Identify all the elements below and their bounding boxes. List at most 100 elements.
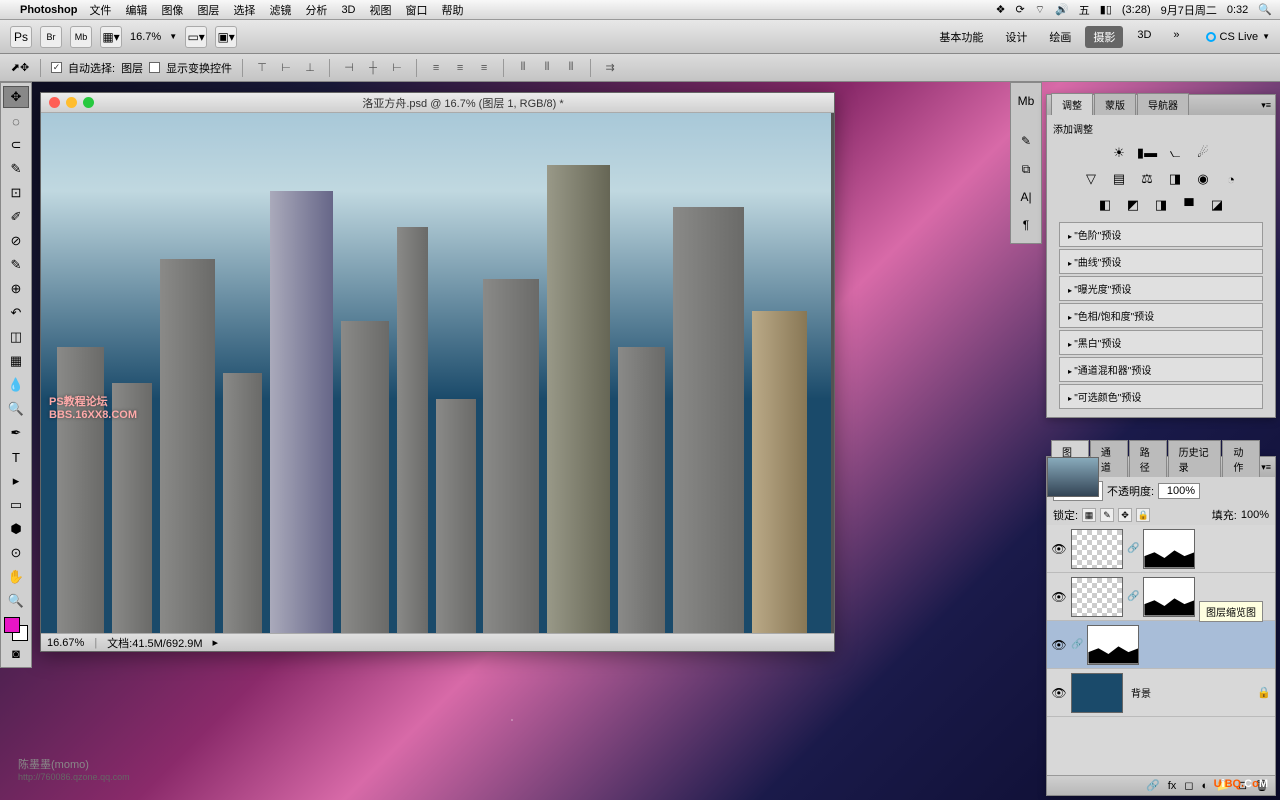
fill-input[interactable]: 100% — [1241, 509, 1269, 521]
volume-icon[interactable]: 🔊 — [1055, 3, 1069, 16]
layer-row[interactable]: 👁 🔗 — [1047, 621, 1275, 669]
marquee-tool[interactable]: ◌ — [3, 110, 29, 132]
align-left-icon[interactable]: ⊣ — [340, 60, 358, 76]
ps-logo-icon[interactable]: Ps — [10, 26, 32, 48]
tab-history[interactable]: 历史记录 — [1168, 440, 1222, 477]
gradient-map-icon[interactable]: ▀ — [1179, 196, 1199, 214]
dock-brush-icon[interactable]: ✎ — [1015, 131, 1037, 151]
workspace-essentials[interactable]: 基本功能 — [931, 26, 991, 48]
spotlight-alt-icon[interactable]: ❖ — [996, 3, 1006, 16]
mask-thumbnail[interactable] — [1087, 625, 1139, 665]
gradient-tool[interactable]: ▦ — [3, 350, 29, 372]
path-select-tool[interactable]: ▸ — [3, 470, 29, 492]
arrange-icon[interactable]: ▭▾ — [185, 26, 207, 48]
exposure-icon[interactable]: ☄ — [1193, 144, 1213, 162]
menu-help[interactable]: 帮助 — [442, 2, 464, 18]
balance-icon[interactable]: ⚖ — [1137, 170, 1157, 188]
preset-hue[interactable]: "色相/饱和度"预设 — [1059, 303, 1263, 328]
menu-3d[interactable]: 3D — [341, 4, 355, 16]
workspace-more-icon[interactable]: » — [1165, 26, 1187, 48]
menu-select[interactable]: 选择 — [233, 2, 255, 18]
vibrance-icon[interactable]: ▽ — [1081, 170, 1101, 188]
menu-view[interactable]: 视图 — [370, 2, 392, 18]
crop-tool[interactable]: ⊡ — [3, 182, 29, 204]
distribute-hcenter-icon[interactable]: ⦀ — [538, 60, 556, 76]
eyedropper-tool[interactable]: ✐ — [3, 206, 29, 228]
zoom-level[interactable]: 16.7% — [130, 31, 161, 43]
auto-select-checkbox[interactable]: ✓ — [51, 62, 62, 73]
brush-tool[interactable]: ✎ — [3, 254, 29, 276]
layer-row[interactable]: 👁 🔗 — [1047, 525, 1275, 573]
selective-color-icon[interactable]: ◪ — [1207, 196, 1227, 214]
distribute-left-icon[interactable]: ⦀ — [514, 60, 532, 76]
status-chevron-icon[interactable]: ▸ — [213, 636, 219, 649]
preset-bw[interactable]: "黑白"预设 — [1059, 330, 1263, 355]
curves-icon[interactable]: ⦦ — [1165, 144, 1185, 162]
link-icon[interactable]: 🔗 — [1127, 591, 1139, 602]
align-hcenter-icon[interactable]: ┼ — [364, 60, 382, 76]
input-method-icon[interactable]: 五 — [1079, 2, 1090, 18]
hand-tool[interactable]: ✋ — [3, 566, 29, 588]
view-extras-icon[interactable]: ▦▾ — [100, 26, 122, 48]
opacity-input[interactable]: 100% — [1158, 483, 1200, 499]
layer-thumbnail[interactable] — [1071, 529, 1123, 569]
stamp-tool[interactable]: ⊕ — [3, 278, 29, 300]
align-right-icon[interactable]: ⊢ — [388, 60, 406, 76]
minibridge-icon[interactable]: Mb — [70, 26, 92, 48]
layer-thumbnail[interactable] — [1071, 673, 1123, 713]
preset-levels[interactable]: "色阶"预设 — [1059, 222, 1263, 247]
mask-thumbnail[interactable] — [1143, 577, 1195, 617]
quick-select-tool[interactable]: ✎ — [3, 158, 29, 180]
distribute-top-icon[interactable]: ≡ — [427, 60, 445, 76]
bw-icon[interactable]: ◨ — [1165, 170, 1185, 188]
layers-menu-icon[interactable]: ▾≡ — [1261, 462, 1271, 473]
menu-edit[interactable]: 编辑 — [125, 2, 147, 18]
tab-paths[interactable]: 路径 — [1129, 440, 1167, 477]
move-tool-preset-icon[interactable]: ⬈✥ — [10, 60, 30, 76]
shape-tool[interactable]: ▭ — [3, 494, 29, 516]
menubar-time[interactable]: 0:32 — [1227, 4, 1248, 16]
canvas-area[interactable]: PS教程论坛 BBS.16XX8.COM — [41, 113, 834, 633]
pen-tool[interactable]: ✒ — [3, 422, 29, 444]
status-zoom[interactable]: 16.67% — [47, 637, 84, 649]
link-icon[interactable]: 🔗 — [1071, 639, 1083, 650]
menu-window[interactable]: 窗口 — [406, 2, 428, 18]
document-titlebar[interactable]: 洛亚方舟.psd @ 16.7% (图层 1, RGB/8) * — [41, 93, 834, 113]
close-icon[interactable] — [49, 97, 60, 108]
layer-style-icon[interactable]: fx — [1168, 780, 1177, 792]
link-icon[interactable]: 🔗 — [1127, 543, 1139, 554]
menu-filter[interactable]: 滤镜 — [269, 2, 291, 18]
foreground-color[interactable] — [4, 617, 20, 633]
dodge-tool[interactable]: 🔍 — [3, 398, 29, 420]
minimize-icon[interactable] — [66, 97, 77, 108]
tab-masks[interactable]: 蒙版 — [1094, 93, 1136, 115]
layer-mask-icon[interactable]: ◻ — [1184, 779, 1193, 792]
cs-live[interactable]: CS Live ▼ — [1206, 31, 1270, 43]
visibility-icon[interactable]: 👁 — [1051, 590, 1067, 604]
link-layers-icon[interactable]: 🔗 — [1146, 779, 1160, 792]
layer-thumbnail[interactable] — [1071, 577, 1123, 617]
adjustment-layer-icon[interactable]: ◐ — [1201, 780, 1208, 792]
invert-icon[interactable]: ◧ — [1095, 196, 1115, 214]
layer-row-background[interactable]: 👁 背景 🔒 — [1047, 669, 1275, 717]
tab-actions[interactable]: 动作 — [1222, 440, 1260, 477]
menubar-date[interactable]: 9月7日周二 — [1161, 2, 1217, 18]
move-tool[interactable]: ✥ — [3, 86, 29, 108]
lock-pixels-icon[interactable]: ✎ — [1100, 508, 1114, 522]
wifi-icon[interactable]: ⌔ — [1035, 3, 1045, 17]
dock-paragraph-icon[interactable]: ¶ — [1015, 215, 1037, 235]
lock-position-icon[interactable]: ✥ — [1118, 508, 1132, 522]
zoom-tool[interactable]: 🔍 — [3, 590, 29, 612]
menu-image[interactable]: 图像 — [161, 2, 183, 18]
menu-file[interactable]: 文件 — [89, 2, 111, 18]
visibility-icon[interactable]: 👁 — [1051, 686, 1067, 700]
show-transform-checkbox[interactable] — [149, 62, 160, 73]
tab-navigator[interactable]: 导航器 — [1137, 93, 1189, 115]
mask-thumbnail[interactable] — [1143, 529, 1195, 569]
dock-clone-icon[interactable]: ⧉ — [1015, 159, 1037, 179]
zoom-window-icon[interactable] — [83, 97, 94, 108]
distribute-bottom-icon[interactable]: ≡ — [475, 60, 493, 76]
status-docsize[interactable]: 文档:41.5M/692.9M — [107, 635, 202, 651]
workspace-3d[interactable]: 3D — [1129, 26, 1159, 48]
tab-adjustments[interactable]: 调整 — [1051, 93, 1093, 115]
